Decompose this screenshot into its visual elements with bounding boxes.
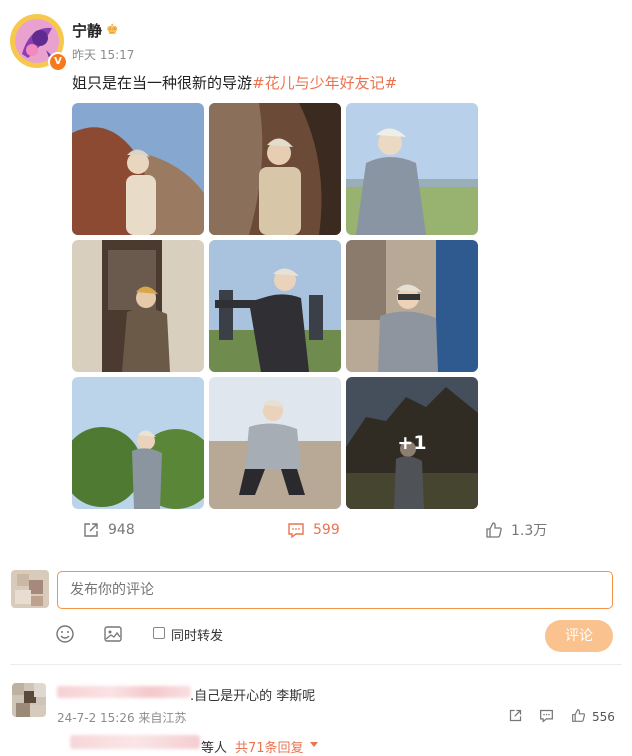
photo-9[interactable]: +1 — [346, 377, 478, 509]
reply-suffix: 等人 — [201, 741, 228, 756]
comment-icon — [288, 523, 304, 539]
comment-repost-icon[interactable] — [508, 708, 523, 727]
post-text: 姐只是在当一种很新的导游#花儿与少年好友记# — [72, 72, 397, 93]
replier-names-blurred — [70, 735, 200, 749]
crown-icon: ♚ — [106, 22, 119, 38]
like-button[interactable]: 1.3万 — [485, 519, 547, 541]
comment-like-count: 556 — [592, 710, 615, 724]
image-icon[interactable] — [103, 624, 123, 648]
photo-2[interactable] — [209, 103, 341, 235]
photo-grid: +1 — [72, 103, 478, 510]
submit-comment-button[interactable]: 评论 — [545, 620, 613, 652]
post-body: 姐只是在当一种很新的导游 — [72, 74, 253, 92]
more-photos-overlay[interactable]: +1 — [346, 377, 478, 509]
comment-button[interactable]: 599 — [287, 519, 340, 541]
comment-text: .自己是开心的 李斯呢 — [190, 689, 316, 704]
forward-label[interactable]: 同时转发 — [171, 625, 223, 644]
comment-count: 599 — [313, 522, 340, 538]
view-replies-link[interactable]: 共71条回复 — [235, 737, 304, 756]
commenter-avatar[interactable] — [12, 683, 46, 717]
comment-meta: 24-7-2 15:26 来自江苏 — [57, 711, 187, 725]
photo-6[interactable] — [346, 240, 478, 372]
verified-badge-icon: V — [48, 52, 68, 72]
emoji-icon[interactable] — [55, 624, 75, 648]
repost-button[interactable]: 948 — [82, 519, 135, 541]
username[interactable]: 宁静 — [72, 20, 102, 41]
commenter-name-blurred — [57, 686, 191, 698]
photo-5[interactable] — [209, 240, 341, 372]
like-count: 1.3万 — [511, 523, 548, 539]
divider — [10, 664, 622, 665]
repost-icon — [84, 523, 98, 537]
comment-like-icon[interactable] — [571, 708, 586, 727]
my-avatar — [11, 570, 49, 608]
photo-4[interactable] — [72, 240, 204, 372]
comment-input[interactable] — [57, 571, 613, 609]
comment-reply-icon[interactable] — [539, 708, 554, 727]
forward-checkbox[interactable] — [153, 627, 165, 639]
thumbs-up-icon — [486, 522, 502, 538]
photo-3[interactable] — [346, 103, 478, 235]
photo-1[interactable] — [72, 103, 204, 235]
photo-7[interactable] — [72, 377, 204, 509]
caret-down-icon[interactable] — [310, 742, 318, 747]
repost-count: 948 — [108, 522, 135, 538]
post-time[interactable]: 昨天 15:17 — [72, 46, 134, 63]
photo-8[interactable] — [209, 377, 341, 509]
hashtag-link[interactable]: #花儿与少年好友记# — [252, 74, 397, 92]
